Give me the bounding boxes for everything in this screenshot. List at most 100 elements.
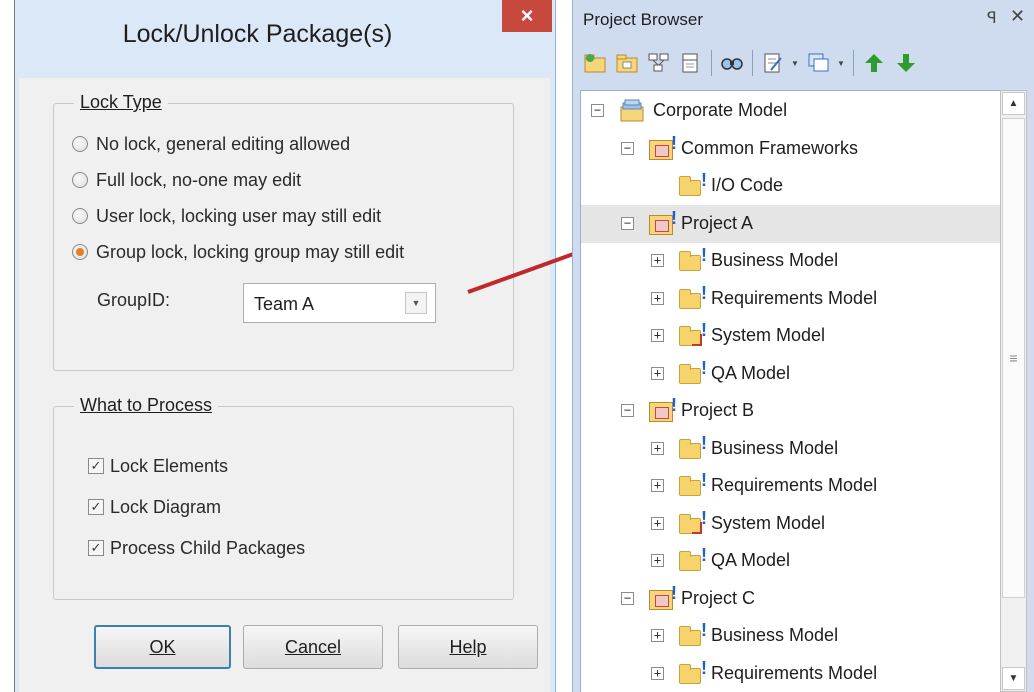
tree-node-label: Business Model [711, 250, 839, 270]
folder-icon: ! [679, 620, 707, 648]
collapse-icon[interactable]: − [621, 404, 634, 417]
checkbox[interactable]: ✓ [88, 540, 104, 556]
lock-marker-icon: ! [701, 282, 707, 303]
radio-label: Group lock, locking group may still edit [96, 241, 405, 262]
what-to-process-label-text: What to Process [80, 395, 213, 415]
tree-node[interactable]: +! Business Model [581, 430, 1000, 468]
lock-marker-icon: ! [701, 170, 707, 190]
collapse-icon[interactable]: − [591, 104, 604, 117]
system-folder-icon: ! [679, 508, 707, 536]
collapse-icon[interactable]: − [621, 141, 634, 155]
tree-node[interactable]: − Corporate Model [581, 92, 1000, 130]
radio-button[interactable] [72, 136, 88, 152]
tree-node[interactable]: +! Business Model [581, 242, 1000, 280]
tree-node-label: QA Model [711, 362, 791, 383]
checkbox-label: Lock Diagram [110, 496, 222, 517]
chevron-down-icon[interactable]: ▼ [405, 292, 427, 314]
help-button[interactable]: Help [398, 625, 538, 669]
dialog-left-border [15, 78, 19, 692]
toolbar-separator [711, 50, 712, 76]
move-down-icon[interactable] [892, 49, 920, 77]
tree-node-label: Project A [681, 212, 754, 233]
chevron-down-icon[interactable]: ▼ [791, 49, 799, 77]
new-element-icon[interactable] [677, 49, 705, 77]
properties-icon[interactable] [759, 49, 787, 77]
folder-icon: ! [679, 433, 707, 461]
checkbox[interactable]: ✓ [88, 499, 104, 515]
expand-icon[interactable]: + [651, 254, 664, 267]
expand-icon[interactable]: + [651, 479, 664, 492]
tree-node-label: Requirements Model [711, 662, 878, 683]
scroll-thumb[interactable]: ≡ [1002, 118, 1025, 598]
expand-icon[interactable]: + [651, 516, 664, 530]
pin-icon[interactable]: ꟼ [987, 8, 997, 28]
radio-user-lock[interactable]: User lock, locking user may still edit [72, 204, 381, 228]
tree-node[interactable]: +! System Model [581, 317, 1000, 355]
radio-button[interactable] [72, 172, 88, 188]
expand-icon[interactable]: + [651, 666, 664, 680]
expand-icon[interactable]: + [651, 629, 664, 642]
collapse-icon[interactable]: − [621, 591, 634, 605]
tree-node-label: QA Model [711, 550, 791, 570]
lock-marker-icon: ! [701, 320, 707, 340]
close-icon[interactable]: ✕ [1010, 6, 1025, 27]
tree-node[interactable]: +! Requirements Model [581, 280, 1000, 318]
chevron-down-icon[interactable]: ▼ [837, 49, 845, 77]
tree-node[interactable]: +! Requirements Model [581, 655, 1000, 692]
tree-node-label: Business Model [711, 437, 839, 458]
checkbox[interactable]: ✓ [88, 458, 104, 474]
tree-node[interactable]: +! Business Model [581, 617, 1000, 655]
new-package-icon[interactable] [613, 49, 641, 77]
expand-icon[interactable]: + [651, 329, 664, 342]
expand-icon[interactable]: + [651, 554, 664, 567]
radio-no-lock[interactable]: No lock, general editing allowed [72, 132, 350, 156]
scroll-up-icon[interactable]: ▲ [1002, 92, 1025, 115]
what-to-process-label: What to Process [74, 395, 219, 416]
move-up-icon[interactable] [860, 49, 888, 77]
lock-marker-icon: ! [701, 432, 707, 453]
radio-full-lock[interactable]: Full lock, no-one may edit [72, 168, 301, 192]
model-root-icon [619, 99, 645, 123]
close-button[interactable]: × [502, 0, 552, 32]
scroll-down-icon[interactable]: ▼ [1002, 667, 1025, 690]
tree-node[interactable]: +! System Model [581, 505, 1000, 543]
expand-icon[interactable]: + [651, 366, 664, 380]
folder-icon: ! [679, 545, 707, 573]
checkbox-process-child-packages[interactable]: ✓ Process Child Packages [88, 536, 305, 560]
toolbar-separator [853, 50, 854, 76]
tree-node[interactable]: −! Project C [581, 580, 1000, 618]
tree-node[interactable]: −! Common Frameworks [581, 130, 1000, 168]
folder-icon: ! [679, 283, 707, 311]
new-diagram-icon[interactable] [645, 49, 673, 77]
vertical-scrollbar[interactable]: ▲ ≡ ▼ [1000, 90, 1027, 692]
lock-type-label-text: Lock Type [80, 92, 162, 112]
folder-icon: ! [679, 658, 707, 686]
tree-node-label: Common Frameworks [681, 137, 859, 158]
tree-node[interactable]: +! QA Model [581, 542, 1000, 580]
find-icon[interactable] [718, 49, 746, 77]
tree-node[interactable]: +! Requirements Model [581, 467, 1000, 505]
collapse-icon[interactable]: − [621, 216, 634, 230]
package-icon: ! [649, 133, 677, 161]
checkbox-lock-diagram[interactable]: ✓ Lock Diagram [88, 495, 221, 519]
tree-node[interactable]: ! I/O Code [581, 167, 1000, 205]
tree-node[interactable]: +! QA Model [581, 355, 1000, 393]
expand-icon[interactable]: + [651, 441, 664, 455]
group-id-dropdown[interactable]: Team A ▼ [243, 283, 436, 323]
lock-marker-icon: ! [671, 395, 677, 415]
cancel-button[interactable]: Cancel [243, 625, 383, 669]
project-tree: − Corporate Model −! Common Frameworks! I/O … [580, 90, 1000, 692]
tree-node[interactable]: −! Project B [581, 392, 1000, 430]
views-icon[interactable] [805, 49, 833, 77]
ok-button[interactable]: OK [94, 625, 231, 669]
radio-label: No lock, general editing allowed [96, 133, 351, 154]
expand-icon[interactable]: + [651, 291, 664, 305]
radio-button[interactable] [72, 208, 88, 224]
radio-button-selected[interactable] [72, 244, 88, 260]
radio-group-lock[interactable]: Group lock, locking group may still edit [72, 240, 404, 264]
screen: Lock/Unlock Package(s) × Lock Type No lo… [0, 0, 1034, 692]
new-model-icon[interactable] [581, 49, 609, 77]
checkbox-lock-elements[interactable]: ✓ Lock Elements [88, 454, 228, 478]
lock-marker-icon: ! [701, 245, 707, 265]
tree-node[interactable]: −! Project A [581, 204, 1000, 243]
